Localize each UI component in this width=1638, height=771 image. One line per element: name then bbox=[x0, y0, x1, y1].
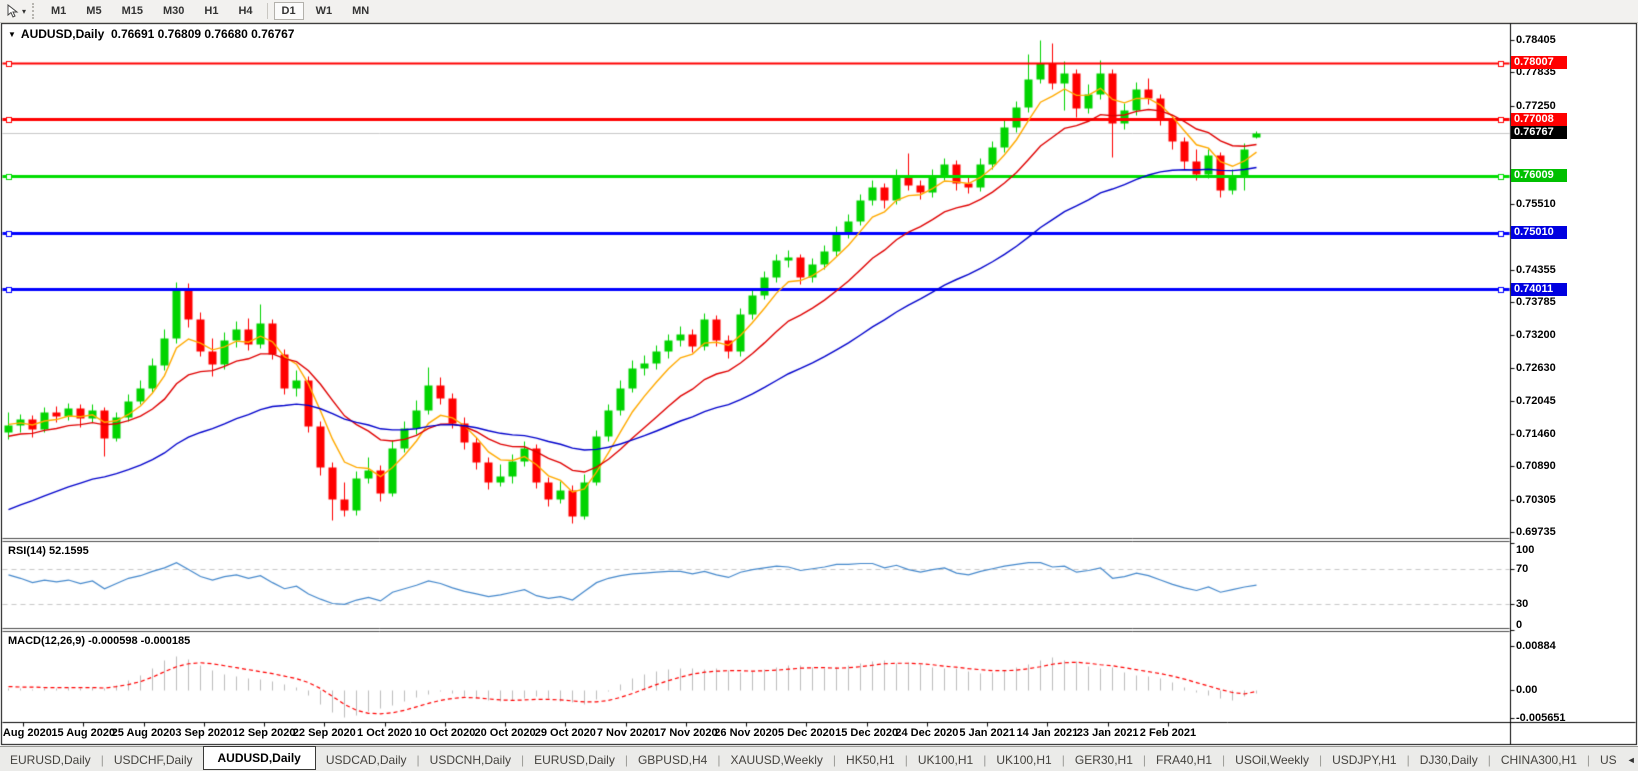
timeframe-button-m5[interactable]: M5 bbox=[78, 2, 109, 20]
date-axis-label: 29 Oct 2020 bbox=[535, 727, 596, 739]
date-axis-label: 3 Sep 2020 bbox=[175, 727, 232, 739]
rsi-axis-tick: 100 bbox=[1516, 544, 1534, 556]
price-chart-canvas[interactable] bbox=[0, 0, 1638, 771]
macd-axis-tick: -0.005651 bbox=[1516, 712, 1566, 724]
date-axis-label: 5 Dec 2020 bbox=[778, 727, 835, 739]
price-axis-tick: 0.72045 bbox=[1516, 395, 1556, 407]
chart-tab-usdchf-daily[interactable]: USDCHF,Daily bbox=[104, 750, 203, 770]
date-axis-label: 10 Oct 2020 bbox=[414, 727, 475, 739]
rsi-axis-tick: 0 bbox=[1516, 619, 1522, 631]
pane-separator-rsi[interactable] bbox=[0, 537, 1510, 542]
mt4-terminal: ▾ M1M5 M15M30H1H4 D1W1MN ▼ AUDUSD,Daily 0.7… bbox=[0, 0, 1638, 771]
level-price-badge: 0.75010 bbox=[1511, 226, 1567, 239]
chart-tab-usdcad-daily[interactable]: USDCAD,Daily bbox=[316, 750, 417, 770]
date-axis-label: 26 Nov 2020 bbox=[714, 727, 778, 739]
chart-pointer-icon[interactable]: ▾ bbox=[2, 3, 30, 19]
pane-separator-macd[interactable] bbox=[0, 627, 1510, 632]
date-axis-label: 1 Oct 2020 bbox=[357, 727, 412, 739]
date-axis-label: 7 Nov 2020 bbox=[597, 727, 654, 739]
toolbar-separator bbox=[267, 3, 268, 19]
timeframe-button-h1[interactable]: H1 bbox=[196, 2, 226, 20]
chart-tab-china300-h1[interactable]: CHINA300,H1 bbox=[1491, 750, 1587, 770]
date-axis-label: 23 Jan 2021 bbox=[1077, 727, 1139, 739]
timeframe-button-m1[interactable]: M1 bbox=[43, 2, 74, 20]
chart-tab-fra40-h1[interactable]: FRA40,H1 bbox=[1146, 750, 1222, 770]
timeframe-button-m15[interactable]: M15 bbox=[114, 2, 151, 20]
level-price-badge: 0.78007 bbox=[1511, 56, 1567, 69]
tab-scroll-left-icon[interactable]: ◄ bbox=[1627, 755, 1636, 765]
timeframe-button-mn[interactable]: MN bbox=[344, 2, 377, 20]
chart-tab-eurusd-daily[interactable]: EURUSD,Daily bbox=[524, 750, 625, 770]
chart-tab-uk100-h1[interactable]: UK100,H1 bbox=[986, 750, 1061, 770]
macd-axis-tick: 0.00 bbox=[1516, 684, 1537, 696]
price-axis-tick: 0.75510 bbox=[1516, 198, 1556, 210]
price-axis-tick: 0.72630 bbox=[1516, 362, 1556, 374]
rsi-axis-tick: 70 bbox=[1516, 563, 1528, 575]
price-axis-tick: 0.78405 bbox=[1516, 34, 1556, 46]
macd-axis-tick: 0.00884 bbox=[1516, 640, 1556, 652]
current-price-badge: 0.76767 bbox=[1511, 126, 1567, 139]
chart-ohlc-values: 0.76691 0.76809 0.76680 0.76767 bbox=[111, 27, 295, 41]
toolbar-grip[interactable] bbox=[32, 3, 37, 19]
level-price-badge: 0.74011 bbox=[1511, 283, 1567, 296]
timeframe-button-w1[interactable]: W1 bbox=[308, 2, 341, 20]
timeframe-button-m30[interactable]: M30 bbox=[155, 2, 192, 20]
date-axis-label: 2 Feb 2021 bbox=[1140, 727, 1196, 739]
rsi-axis-tick: 30 bbox=[1516, 598, 1528, 610]
price-axis-tick: 0.71460 bbox=[1516, 428, 1556, 440]
chart-tab-usdcnh-daily[interactable]: USDCNH,Daily bbox=[420, 750, 521, 770]
price-axis-tick: 0.70890 bbox=[1516, 460, 1556, 472]
chevron-down-icon: ▾ bbox=[22, 7, 26, 16]
chart-tab-dj30-daily[interactable]: DJ30,Daily bbox=[1410, 750, 1488, 770]
date-axis-label: 20 Oct 2020 bbox=[475, 727, 536, 739]
date-axis-label: 6 Aug 2020 bbox=[0, 727, 52, 739]
chart-symbol: AUDUSD,Daily bbox=[21, 27, 104, 41]
date-axis-label: 25 Aug 2020 bbox=[112, 727, 176, 739]
price-axis-tick: 0.70305 bbox=[1516, 494, 1556, 506]
timeframe-toolbar: ▾ M1M5 M15M30H1H4 D1W1MN bbox=[0, 0, 1638, 23]
date-axis-label: 12 Sep 2020 bbox=[233, 727, 296, 739]
date-axis-label: 15 Aug 2020 bbox=[51, 727, 115, 739]
chart-tab-hk50-h1[interactable]: HK50,H1 bbox=[836, 750, 905, 770]
chart-tab-ger30-h1[interactable]: GER30,H1 bbox=[1065, 750, 1143, 770]
date-axis-label: 17 Nov 2020 bbox=[654, 727, 718, 739]
chart-tab-audusd-daily[interactable]: AUDUSD,Daily bbox=[203, 746, 316, 770]
level-price-badge: 0.76009 bbox=[1511, 169, 1567, 182]
chart-tab-xauusd-weekly[interactable]: XAUUSD,Weekly bbox=[720, 750, 832, 770]
chart-title: ▼ AUDUSD,Daily 0.76691 0.76809 0.76680 0.… bbox=[8, 27, 294, 41]
price-axis-tick: 0.69735 bbox=[1516, 526, 1556, 538]
date-axis-label: 22 Sep 2020 bbox=[293, 727, 356, 739]
chart-tab-us[interactable]: US bbox=[1590, 750, 1627, 770]
timeframe-buttons: M1M5 M15M30H1H4 D1W1MN bbox=[41, 2, 379, 20]
tab-scroll-buttons: ◄► bbox=[1627, 755, 1638, 765]
macd-indicator-label: MACD(12,26,9) -0.000598 -0.000185 bbox=[8, 635, 190, 647]
rsi-indicator-label: RSI(14) 52.1595 bbox=[8, 545, 89, 557]
collapse-triangle-icon[interactable]: ▼ bbox=[8, 30, 16, 39]
chart-tab-gbpusd-h4[interactable]: GBPUSD,H4 bbox=[628, 750, 717, 770]
chart-tabs-bar: EURUSD,Daily|USDCHF,DailyAUDUSD,DailyUSD… bbox=[0, 746, 1638, 771]
price-axis-tick: 0.77250 bbox=[1516, 100, 1556, 112]
chart-tab-usoil-weekly[interactable]: USOil,Weekly bbox=[1225, 750, 1319, 770]
timeframe-button-h4[interactable]: H4 bbox=[230, 2, 260, 20]
price-axis-tick: 0.73200 bbox=[1516, 329, 1556, 341]
price-axis-tick: 0.73785 bbox=[1516, 296, 1556, 308]
date-axis-label: 14 Jan 2021 bbox=[1017, 727, 1079, 739]
date-axis-label: 24 Dec 2020 bbox=[895, 727, 958, 739]
timeframe-button-d1[interactable]: D1 bbox=[274, 2, 304, 20]
chart-tab-eurusd-daily[interactable]: EURUSD,Daily bbox=[0, 750, 101, 770]
level-price-badge: 0.77008 bbox=[1511, 113, 1567, 126]
price-axis-tick: 0.74355 bbox=[1516, 264, 1556, 276]
pointer-icon bbox=[6, 4, 20, 18]
date-axis-label: 5 Jan 2021 bbox=[959, 727, 1015, 739]
chart-tab-usdjpy-h1[interactable]: USDJPY,H1 bbox=[1322, 750, 1406, 770]
chart-tab-uk100-h1[interactable]: UK100,H1 bbox=[908, 750, 983, 770]
date-axis-label: 15 Dec 2020 bbox=[835, 727, 898, 739]
